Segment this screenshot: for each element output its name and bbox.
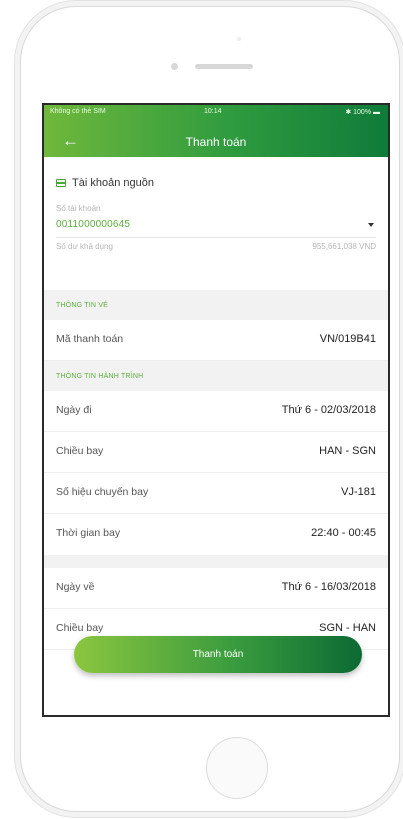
outbound-direction-row: Chiều bay HAN - SGN <box>44 432 388 473</box>
flight-number-row: Số hiệu chuyến bay VJ-181 <box>44 473 388 514</box>
content: Tài khoản nguồn Số tài khoản 00110000006… <box>44 157 388 650</box>
earpiece-speaker <box>195 64 253 69</box>
status-battery: ✱ 100% ▬ <box>345 108 380 116</box>
payment-code-row: Mã thanh toán VN/019B41 <box>44 320 388 361</box>
battery-percent: 100% <box>353 109 372 116</box>
row-value: HAN - SGN <box>319 445 376 457</box>
row-label: Thời gian bay <box>56 527 121 539</box>
balance-value: 955,661,038 VND <box>312 242 376 251</box>
account-number-select[interactable]: 0011000000645 <box>56 219 130 230</box>
section-gap <box>44 555 388 568</box>
page-title: Thanh toán <box>185 135 247 149</box>
row-value: VJ-181 <box>341 486 376 498</box>
row-label: Chiều bay <box>56 622 104 634</box>
caret-down-icon[interactable] <box>368 223 374 227</box>
row-label: Ngày đi <box>56 404 92 416</box>
row-value: 22:40 - 00:45 <box>311 527 376 539</box>
balance-label: Số dư khả dụng <box>56 242 113 251</box>
ticket-section-heading: THÔNG TIN VÉ <box>56 302 109 309</box>
front-camera <box>171 63 178 70</box>
payment-code-value: VN/019B41 <box>319 333 376 345</box>
return-date-row: Ngày về Thứ 6 - 16/03/2018 <box>44 568 388 609</box>
source-account-section: Tài khoản nguồn Số tài khoản 00110000006… <box>44 157 388 290</box>
app-header: Không có thẻ SIM 10:14 ✱ 100% ▬ ← Thanh … <box>44 105 388 157</box>
status-carrier: Không có thẻ SIM <box>50 108 106 115</box>
ticket-section-header: THÔNG TIN VÉ <box>44 290 388 320</box>
source-account-title: Tài khoản nguồn <box>72 177 154 189</box>
flight-time-row: Thời gian bay 22:40 - 00:45 <box>44 514 388 555</box>
row-value: Thứ 6 - 02/03/2018 <box>281 404 376 416</box>
sensor-dot <box>237 37 241 41</box>
phone-screen: Không có thẻ SIM 10:14 ✱ 100% ▬ ← Thanh … <box>42 103 390 717</box>
row-value: Thứ 6 - 16/03/2018 <box>281 581 376 593</box>
bluetooth-icon: ✱ <box>345 109 354 116</box>
home-button[interactable] <box>206 737 268 799</box>
status-time: 10:14 <box>204 108 222 115</box>
row-value: SGN - HAN <box>319 622 376 634</box>
departure-date-row: Ngày đi Thứ 6 - 02/03/2018 <box>44 391 388 432</box>
row-label: Chiều bay <box>56 445 104 457</box>
divider <box>56 237 376 238</box>
pay-button[interactable]: Thanh toán <box>74 636 362 673</box>
account-number-label: Số tài khoản <box>56 204 101 213</box>
itinerary-section-header: THÔNG TIN HÀNH TRÌNH <box>44 361 388 391</box>
payment-code-label: Mã thanh toán <box>56 333 124 345</box>
battery-icon: ▬ <box>371 109 380 116</box>
row-label: Số hiệu chuyến bay <box>56 486 149 498</box>
row-label: Ngày về <box>56 581 95 593</box>
itinerary-section-heading: THÔNG TIN HÀNH TRÌNH <box>56 373 144 380</box>
card-icon <box>56 179 66 187</box>
